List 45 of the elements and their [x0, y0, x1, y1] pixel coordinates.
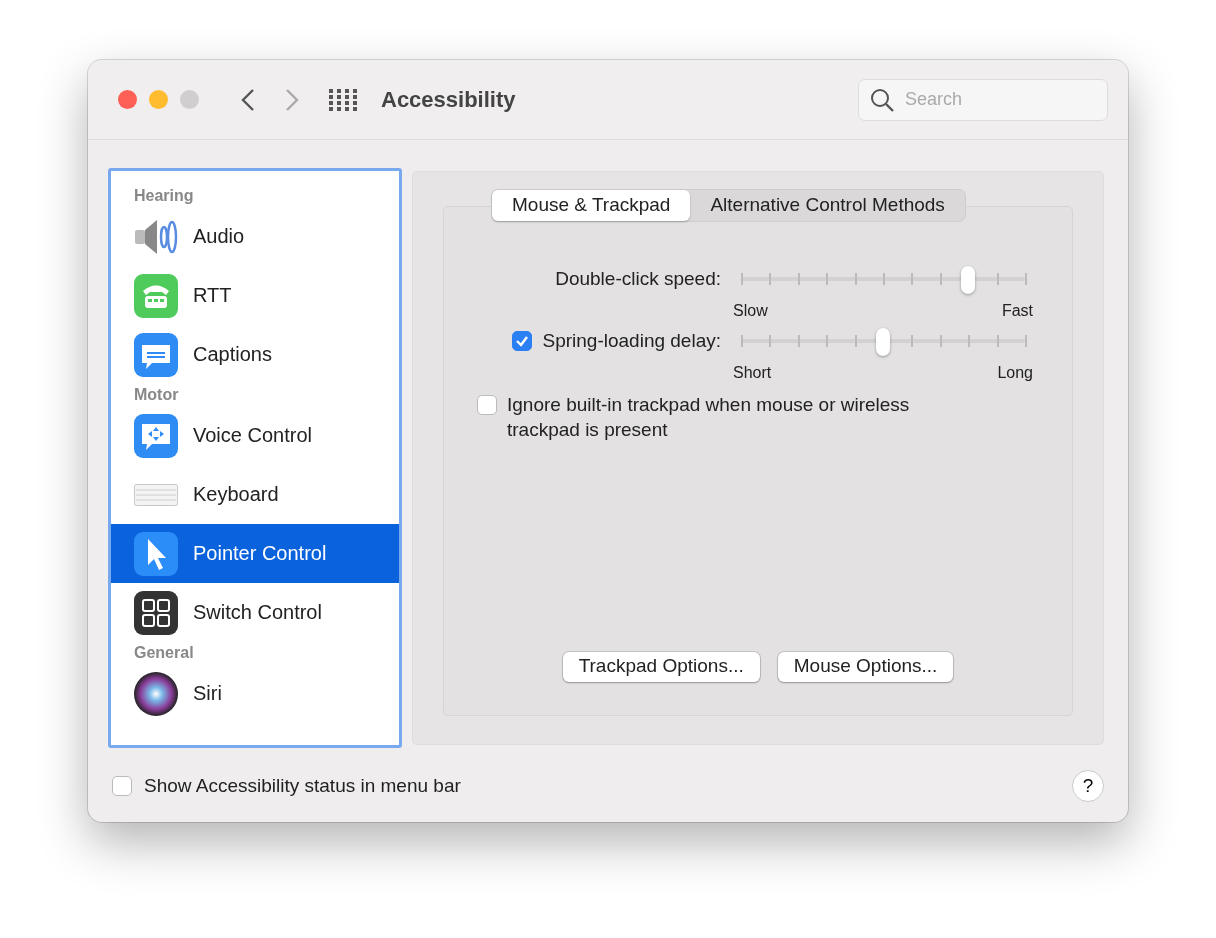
tab[interactable]: Mouse & Trackpad	[492, 190, 691, 221]
grid-icon	[134, 590, 178, 635]
close-button[interactable]	[118, 90, 137, 109]
options-button[interactable]: Mouse Options...	[777, 652, 954, 682]
sidebar-item[interactable]: Pointer Control	[111, 524, 399, 583]
sidebar-item[interactable]: Keyboard	[111, 465, 399, 524]
window-title: Accessibility	[381, 86, 516, 113]
search-field[interactable]: Search	[858, 78, 1108, 121]
slider-min-label: Short	[733, 364, 772, 382]
minimize-button[interactable]	[149, 90, 168, 109]
sidebar-item[interactable]: Captions	[111, 325, 399, 384]
checkbox[interactable]	[112, 776, 132, 796]
slider-thumb[interactable]	[961, 266, 976, 294]
help-button[interactable]: ?	[1072, 770, 1104, 802]
slider-min-label: Slow	[733, 302, 768, 320]
checkbox[interactable]	[512, 331, 533, 351]
group-header: General	[133, 643, 195, 663]
grid-icon[interactable]	[329, 88, 357, 111]
checkbox[interactable]	[477, 395, 497, 415]
group-header: Motor	[133, 385, 180, 405]
tab[interactable]: Alternative Control Methods	[690, 190, 965, 221]
sidebar-item[interactable]: Switch Control	[111, 583, 399, 642]
checkbox-label: Show Accessibility status in menu bar	[144, 775, 461, 797]
forward-icon[interactable]	[285, 87, 299, 112]
slider-thumb[interactable]	[876, 328, 890, 356]
back-icon[interactable]	[241, 87, 255, 112]
slider-max-label: Long	[997, 364, 1033, 382]
options-button[interactable]: Trackpad Options...	[562, 652, 760, 682]
cursor-icon	[134, 531, 178, 576]
zoom-button[interactable]	[180, 90, 199, 109]
speech-bubble-icon	[134, 413, 178, 458]
orb-icon	[133, 670, 179, 717]
group-header: Hearing	[133, 186, 195, 206]
sidebar-item[interactable]: Audio	[111, 207, 399, 266]
slider-label: Spring-loading delay:	[542, 330, 721, 352]
sidebar-item[interactable]: Siri	[111, 664, 399, 723]
checkbox-label: Ignore built-in trackpad when mouse or wireless trackpad is present	[507, 393, 911, 442]
sidebar-item[interactable]: Voice Control	[111, 406, 399, 465]
slider-max-label: Fast	[1001, 302, 1033, 320]
checkmark-icon	[515, 334, 530, 348]
keyboard-icon	[134, 483, 178, 506]
sidebar-item[interactable]: RTT	[111, 266, 399, 325]
slider-label: Double-click speed:	[555, 268, 721, 290]
phone-icon	[134, 273, 178, 318]
speech-bubble-icon	[134, 332, 178, 377]
